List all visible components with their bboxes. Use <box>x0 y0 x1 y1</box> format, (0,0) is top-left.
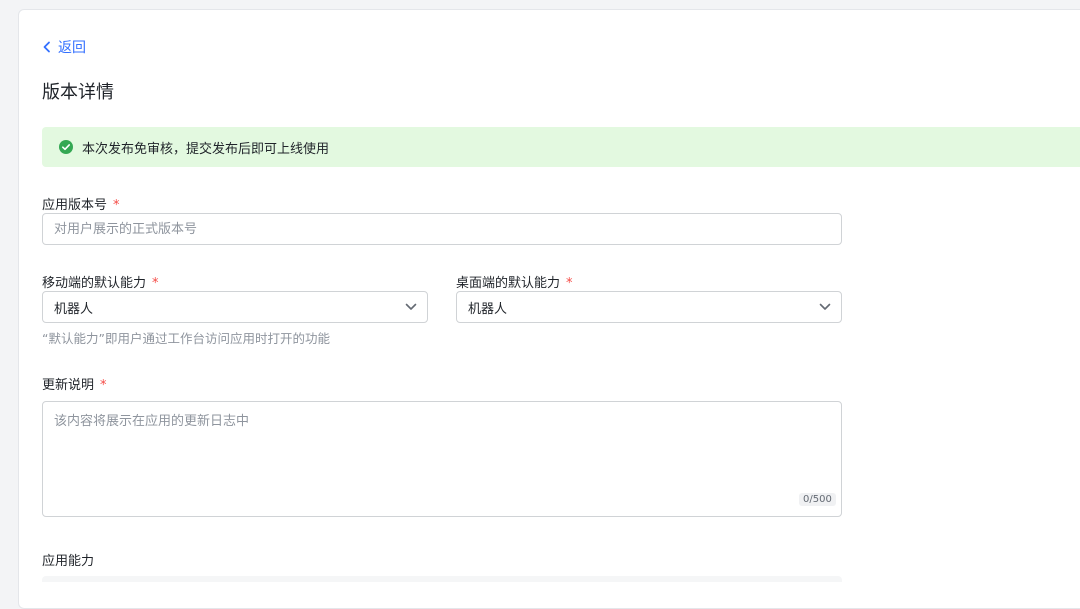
mobile-default-label-text: 移动端的默认能力 <box>42 276 147 291</box>
mobile-default-value: 机器人 <box>54 301 94 317</box>
chevron-left-icon <box>43 41 50 53</box>
version-label-text: 应用版本号 <box>42 198 108 213</box>
mobile-default-select[interactable]: 机器人 <box>42 291 428 323</box>
required-mark: * <box>113 198 120 213</box>
mobile-default-label: 移动端的默认能力 * <box>42 272 159 291</box>
changelog-label-text: 更新说明 <box>42 378 95 393</box>
changelog-label: 更新说明 * <box>42 374 107 393</box>
check-circle-icon <box>59 140 73 154</box>
required-mark: * <box>566 276 573 291</box>
desktop-default-label: 桌面端的默认能力 * <box>456 272 573 291</box>
page-title: 版本详情 <box>42 82 114 103</box>
back-label: 返回 <box>58 40 86 56</box>
required-mark: * <box>100 378 107 393</box>
success-alert: 本次发布免审核，提交发布后即可上线使用 <box>42 127 1080 167</box>
alert-text: 本次发布免审核，提交发布后即可上线使用 <box>82 141 330 157</box>
desktop-default-value: 机器人 <box>468 301 508 317</box>
changelog-textarea[interactable] <box>42 401 842 517</box>
default-ability-hint: “默认能力”即用户通过工作台访问应用时打开的功能 <box>42 331 330 346</box>
chevron-down-icon <box>405 303 417 310</box>
desktop-default-select[interactable]: 机器人 <box>456 291 842 323</box>
desktop-default-label-text: 桌面端的默认能力 <box>456 276 561 291</box>
version-input[interactable] <box>42 213 842 245</box>
capabilities-label: 应用能力 <box>42 554 95 569</box>
required-mark: * <box>152 276 159 291</box>
capabilities-panel <box>42 576 842 582</box>
char-counter: 0/500 <box>799 493 836 506</box>
chevron-down-icon <box>819 303 831 310</box>
version-label: 应用版本号 * <box>42 194 120 213</box>
back-link[interactable]: 返回 <box>42 37 86 57</box>
